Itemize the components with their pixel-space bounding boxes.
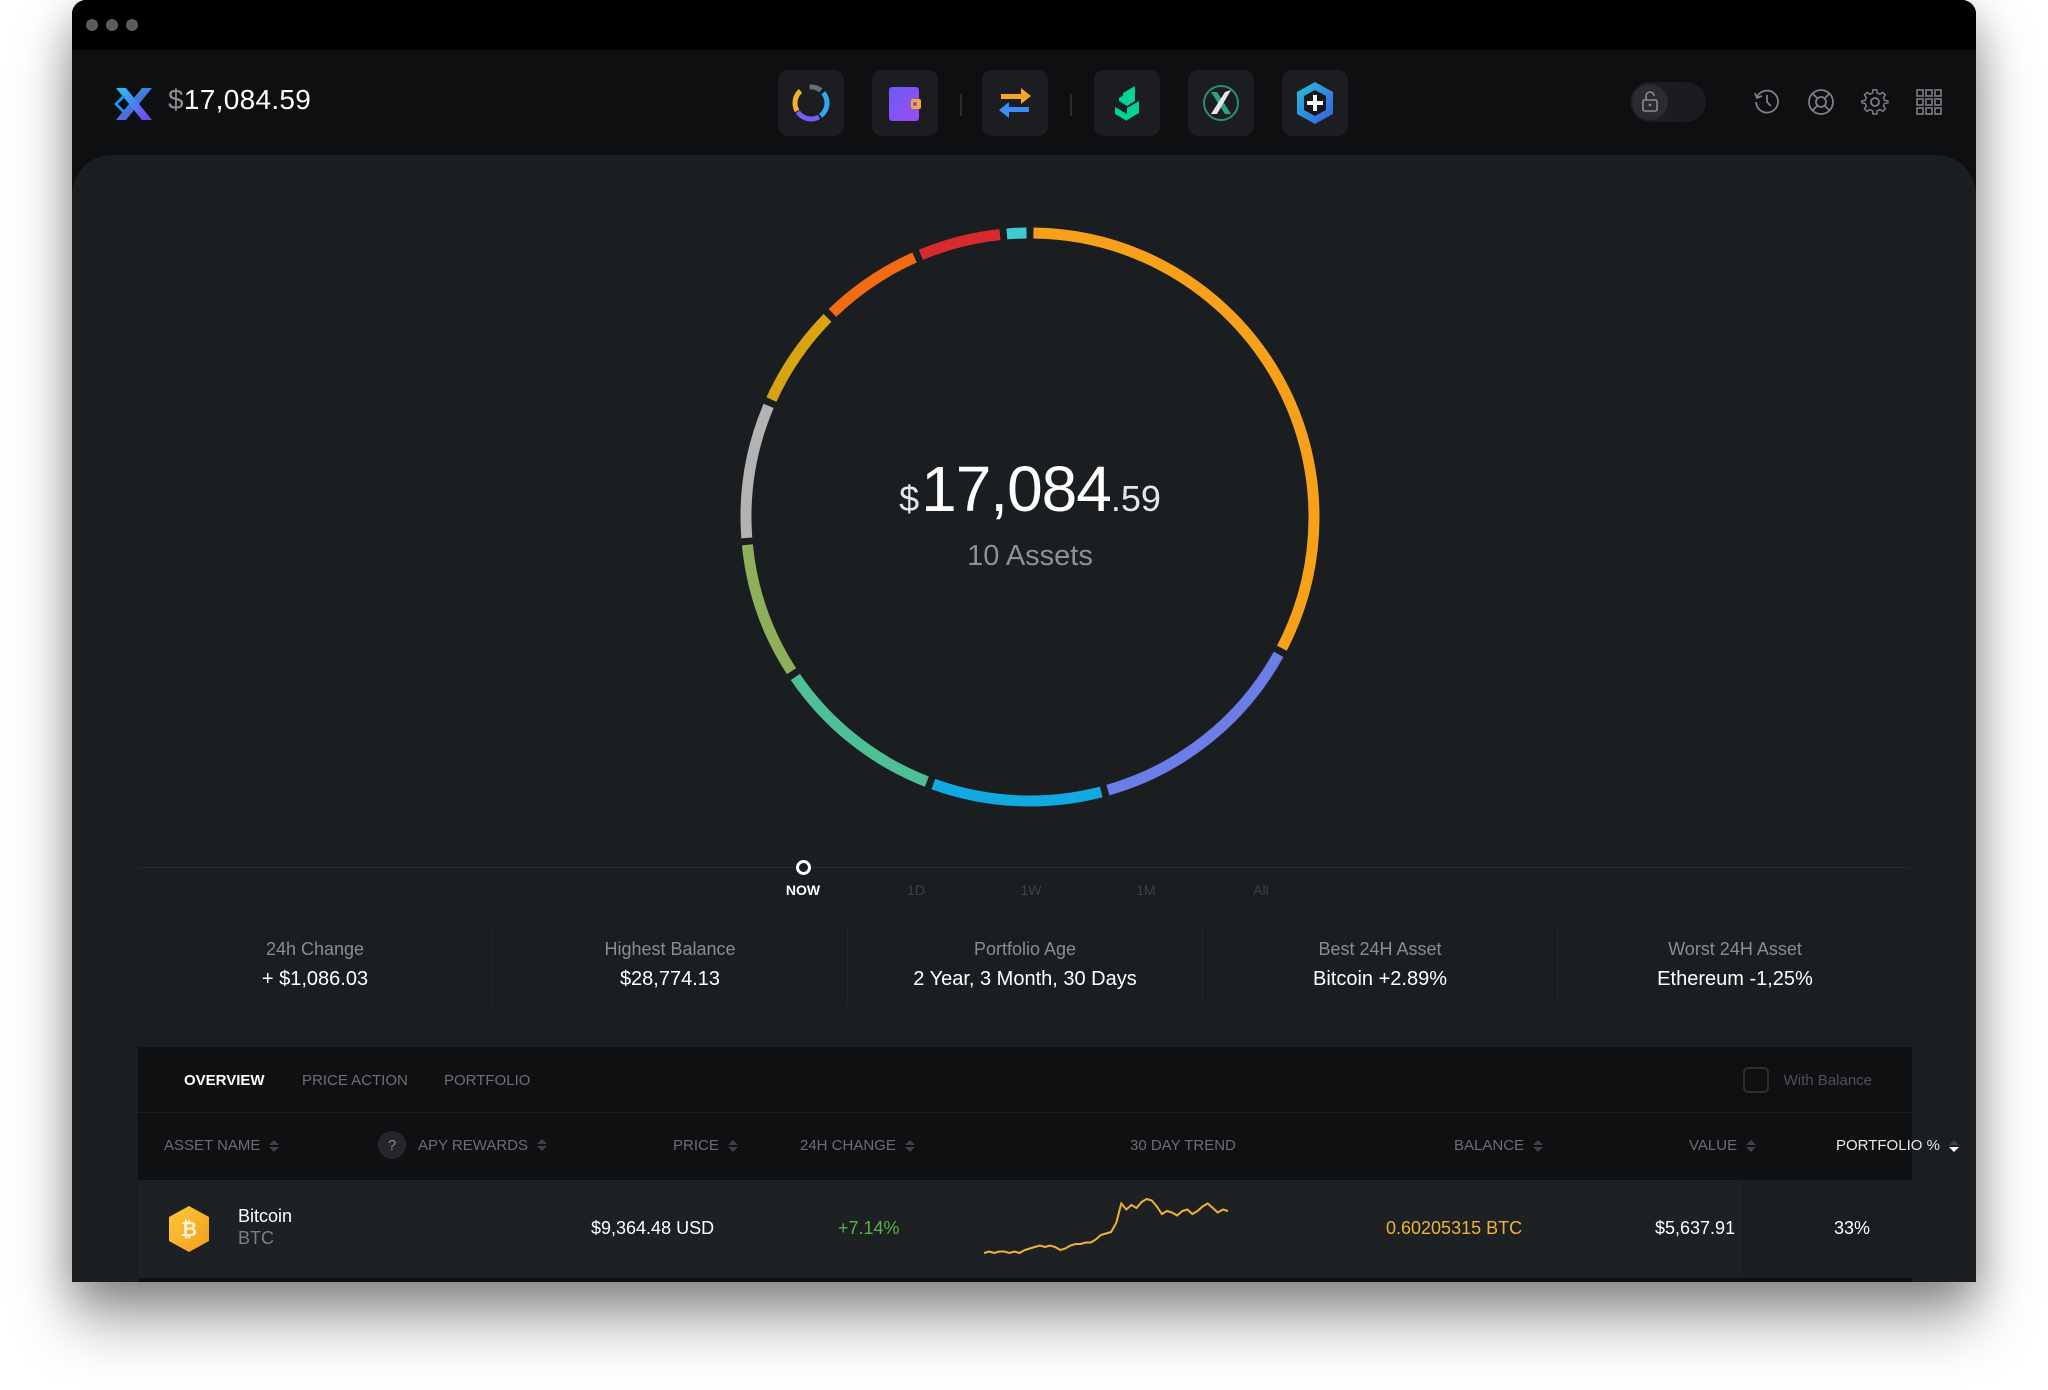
sort-icon — [1746, 1139, 1757, 1152]
compound-icon — [1115, 86, 1139, 121]
window-minimize-button[interactable] — [106, 19, 118, 31]
sort-icon — [537, 1139, 548, 1151]
x-circle-app-icon — [1203, 85, 1239, 121]
stat-worst-asset: Worst 24H Asset Ethereum -1,25% — [1657, 939, 1813, 990]
timeline-track — [138, 867, 1910, 868]
apps-grid-button[interactable] — [1912, 85, 1946, 119]
help-icon[interactable]: ? — [378, 1131, 406, 1159]
bitcoin-hex-icon: ₿ — [169, 1206, 209, 1252]
sort-desc-icon — [1948, 1139, 1959, 1152]
sort-icon — [904, 1139, 915, 1152]
portfolio-total: $ 17,084 .59 — [899, 452, 1161, 525]
col-30-day-trend: 30 DAY TREND — [1130, 1137, 1236, 1154]
sort-icon — [1533, 1139, 1544, 1152]
col-apy-rewards[interactable]: ? APY REWARDS — [378, 1131, 548, 1159]
window-close-button[interactable] — [86, 19, 98, 31]
stat-portfolio-age: Portfolio Age 2 Year, 3 Month, 30 Days — [848, 925, 1203, 1005]
sparkline-path — [984, 1197, 1228, 1255]
asset-price: $9,364.48 USD — [591, 1218, 715, 1238]
asset-value: $5,637.91 — [1655, 1218, 1736, 1238]
header-balance: $17,084.59 — [168, 84, 312, 115]
settings-button[interactable] — [1858, 85, 1892, 119]
title-bar — [72, 0, 1976, 50]
with-balance-label: With Balance — [1783, 1071, 1872, 1089]
portfolio-donut-icon — [792, 84, 830, 122]
app-divider — [1070, 94, 1072, 116]
history-button[interactable] — [1750, 85, 1784, 119]
app-exchange-button[interactable] — [982, 70, 1048, 136]
asset-ticker: BTC — [238, 1228, 274, 1248]
with-balance-filter[interactable]: With Balance — [1742, 1067, 1872, 1093]
tab-price-action[interactable]: PRICE ACTION — [302, 1072, 408, 1089]
header-actions — [1630, 78, 1946, 126]
timeline-1w[interactable]: 1W — [1001, 882, 1061, 898]
donut-center: $ 17,084 .59 10 Assets — [740, 227, 1320, 807]
table-tabs: OVERVIEW PRICE ACTION PORTFOLIO With Bal… — [138, 1047, 1912, 1113]
settings-gear-icon — [1861, 89, 1889, 115]
portfolio-content: $ 17,084 .59 10 Assets NOW 1D 1W 1M All … — [72, 155, 1976, 1282]
asset-balance: 0.60205315 BTC — [1386, 1218, 1523, 1238]
app-header: $17,084.59 — [72, 50, 1976, 175]
sort-icon — [269, 1139, 280, 1152]
app-portfolio-button[interactable] — [778, 70, 844, 136]
app-divider — [960, 94, 962, 116]
app-compound-button[interactable] — [1094, 70, 1160, 136]
sort-icon — [727, 1139, 738, 1152]
with-balance-checkbox[interactable] — [1742, 1067, 1769, 1093]
window-maximize-button[interactable] — [126, 19, 138, 31]
history-icon — [1754, 89, 1779, 114]
stat-best-asset: Best 24H Asset Bitcoin +2.89% — [1203, 925, 1558, 1005]
asset-count: 10 Assets — [967, 539, 1093, 572]
asset-24h-change: +7.14% — [838, 1218, 900, 1238]
exodus-logo-icon[interactable] — [112, 82, 156, 126]
asset-name: Bitcoin — [238, 1206, 293, 1226]
col-24h-change[interactable]: 24H CHANGE — [800, 1137, 915, 1154]
tab-overview[interactable]: OVERVIEW — [184, 1072, 265, 1089]
tab-portfolio[interactable]: PORTFOLIO — [444, 1072, 530, 1089]
app-wallet-button[interactable] — [872, 70, 938, 136]
support-button[interactable] — [1804, 85, 1838, 119]
col-price[interactable]: PRICE — [673, 1137, 738, 1154]
exchange-arrows-icon — [999, 88, 1031, 118]
stat-highest-balance: Highest Balance $28,774.13 — [493, 925, 848, 1005]
table-header: ASSET NAME ? APY REWARDS PRICE 24H CHANG… — [138, 1113, 1959, 1180]
app-x-button[interactable] — [1188, 70, 1254, 136]
trend-sparkline — [984, 1197, 1228, 1255]
lock-toggle[interactable] — [1630, 82, 1706, 122]
apps-grid-icon — [1916, 89, 1942, 115]
stat-24h-change: 24h Change + $1,086.03 — [138, 925, 493, 1005]
wallet-icon — [889, 87, 921, 121]
app-add-button[interactable] — [1282, 70, 1348, 136]
app-window: $17,084.59 $ 17,084 .59 10 Assets NOW 1D… — [72, 0, 1976, 1282]
col-balance[interactable]: BALANCE — [1454, 1137, 1544, 1154]
timeline-1d[interactable]: 1D — [886, 882, 946, 898]
support-lifebuoy-icon — [1808, 89, 1834, 115]
col-portfolio-pct[interactable]: PORTFOLIO % — [1836, 1137, 1959, 1154]
portfolio-donut-chart: $ 17,084 .59 10 Assets — [740, 227, 1320, 807]
col-value[interactable]: VALUE — [1689, 1137, 1757, 1154]
timeline-1m[interactable]: 1M — [1116, 882, 1176, 898]
table-row[interactable]: ₿ Bitcoin BTC $9,364.48 USD +7.14% 0.602… — [138, 1180, 1912, 1278]
col-asset-name[interactable]: ASSET NAME — [164, 1137, 280, 1154]
timeline-handle[interactable] — [796, 860, 811, 875]
asset-portfolio-pct: 33% — [1834, 1218, 1871, 1238]
lock-knob — [1632, 84, 1668, 120]
timeline-now[interactable]: NOW — [773, 882, 833, 898]
hex-plus-icon — [1297, 82, 1333, 124]
portfolio-stats: 24h Change + $1,086.03 Highest Balance $… — [138, 925, 1912, 1005]
portfolio-column-bg — [1742, 1180, 1912, 1278]
assets-table: OVERVIEW PRICE ACTION PORTFOLIO With Bal… — [138, 1047, 1959, 1282]
unlock-icon — [1642, 91, 1658, 112]
timeline-all[interactable]: All — [1231, 882, 1291, 898]
svg-text:₿: ₿ — [181, 1217, 197, 1241]
